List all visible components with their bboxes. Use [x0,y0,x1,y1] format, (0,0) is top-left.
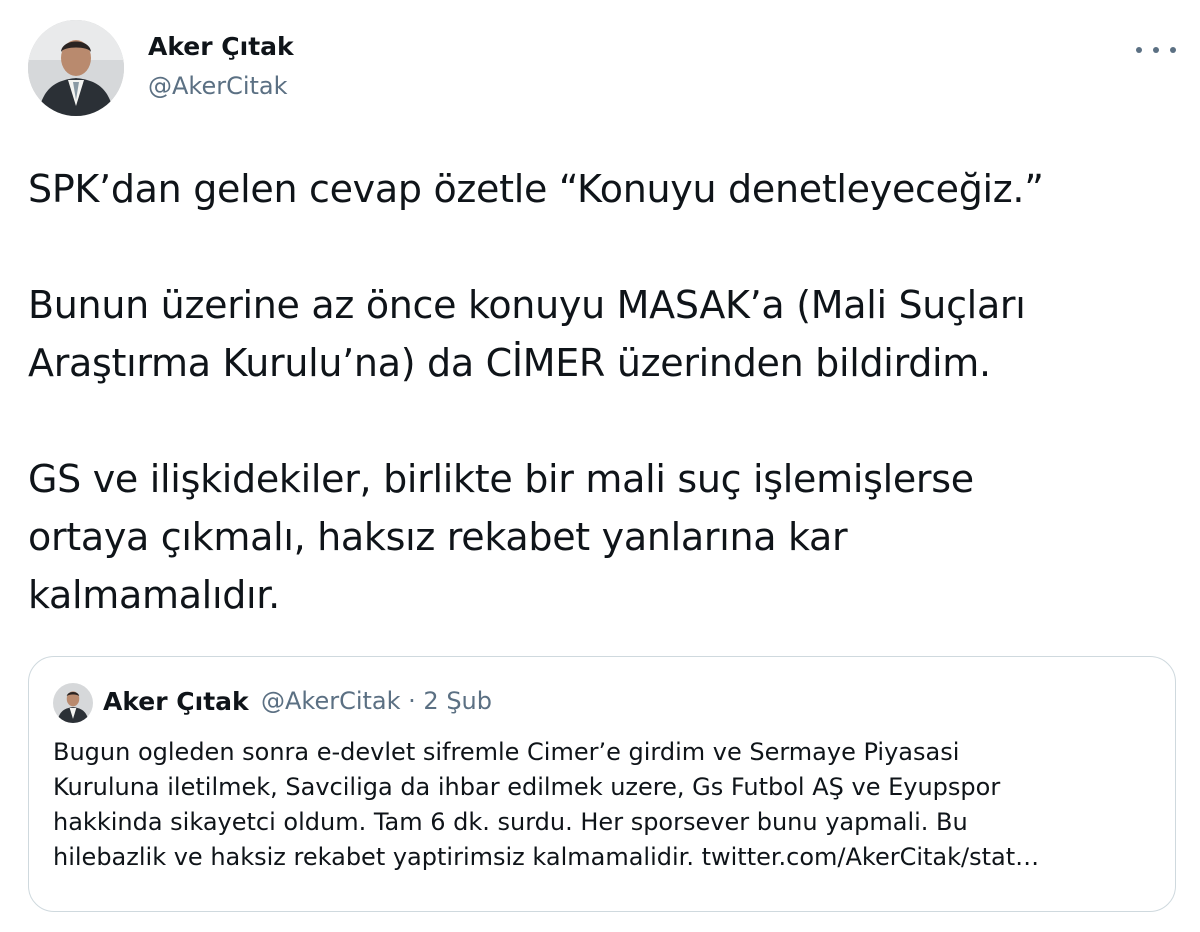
more-horizontal-icon [1153,47,1159,53]
quoted-avatar [53,683,93,723]
avatar[interactable] [28,20,124,116]
quoted-meta: @AkerCitak · 2 Şub [261,687,492,715]
tweet-text: SPK’dan gelen cevap özetle “Konuyu denet… [28,160,1178,624]
more-options-button[interactable] [1136,38,1176,62]
quoted-display-name: Aker Çıtak [103,687,249,716]
tweet-text-line: ortaya çıkmalı, haksız rekabet yanlarına… [28,515,848,559]
more-horizontal-icon [1170,47,1176,53]
tweet-text-line: SPK’dan gelen cevap özetle “Konuyu denet… [28,167,1044,211]
tweet-text-line: kalmamalıdır. [28,573,280,617]
author-display-name[interactable]: Aker Çıtak [148,32,294,61]
more-horizontal-icon [1136,47,1142,53]
quoted-text-line: Bugun ogleden sonra e-devlet sifremle Ci… [53,738,960,766]
tweet-card: Aker Çıtak @AkerCitak SPK’dan gelen ceva… [0,0,1200,932]
tweet-text-line: Araştırma Kurulu’na) da CİMER üzerinden … [28,341,991,385]
quoted-text-line: Kuruluna iletilmek, Savciliga da ihbar e… [53,773,1001,801]
tweet-text-line: GS ve ilişkidekiler, birlikte bir mali s… [28,457,974,501]
quoted-text: Bugun ogleden sonra e-devlet sifremle Ci… [53,735,1163,875]
quoted-tweet[interactable]: Aker Çıtak @AkerCitak · 2 Şub Bugun ogle… [28,656,1176,912]
author-handle[interactable]: @AkerCitak [148,72,288,100]
tweet-text-line: Bunun üzerine az önce konuyu MASAK’a (Ma… [28,283,1026,327]
quoted-text-line: hilebazlik ve haksiz rekabet yaptirimsiz… [53,843,1040,871]
quoted-text-line: hakkinda sikayetci oldum. Tam 6 dk. surd… [53,808,968,836]
